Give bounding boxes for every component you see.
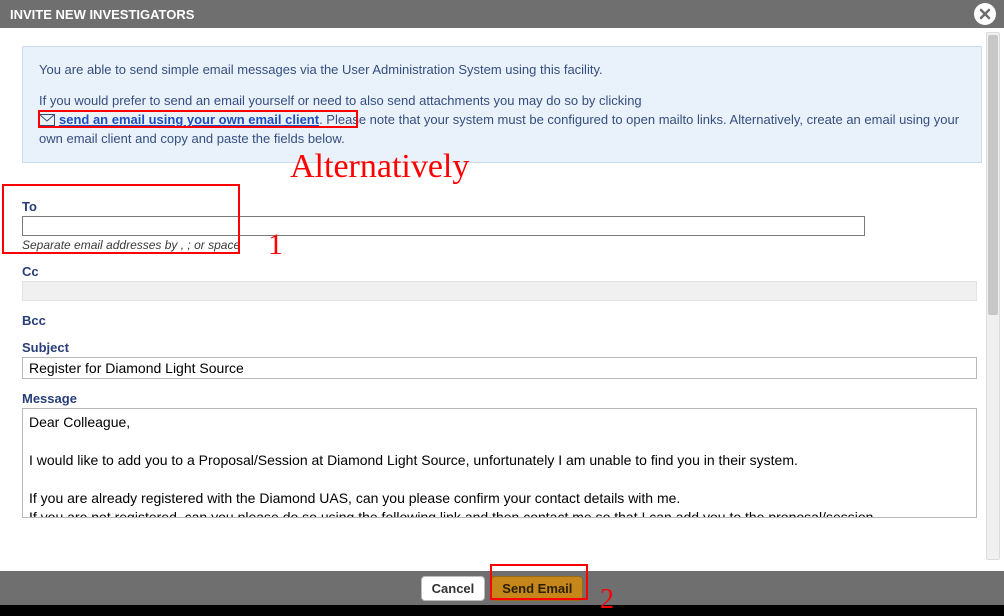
to-input[interactable] xyxy=(22,216,865,236)
message-label: Message xyxy=(22,391,982,406)
dialog-footer: Cancel Send Email xyxy=(0,571,1004,605)
info-line2: If you would prefer to send an email you… xyxy=(39,92,965,149)
cc-input[interactable] xyxy=(22,281,977,301)
to-label: To xyxy=(22,199,982,214)
info-line1: You are able to send simple email messag… xyxy=(39,61,965,80)
mailto-link[interactable]: send an email using your own email clien… xyxy=(59,112,319,127)
dialog-titlebar: INVITE NEW INVESTIGATORS xyxy=(0,0,1004,28)
close-icon[interactable] xyxy=(974,3,996,25)
dialog-title: INVITE NEW INVESTIGATORS xyxy=(10,7,194,22)
mail-icon xyxy=(39,114,55,126)
message-textarea[interactable] xyxy=(22,408,977,518)
message-group: Message xyxy=(22,391,982,521)
subject-label: Subject xyxy=(22,340,982,355)
body-scrollbar[interactable] xyxy=(986,32,1000,560)
info-box: You are able to send simple email messag… xyxy=(22,46,982,163)
invite-dialog: INVITE NEW INVESTIGATORS You are able to… xyxy=(0,0,1004,605)
to-group: To Separate email addresses by , ; or sp… xyxy=(22,199,982,252)
cc-label: Cc xyxy=(22,264,982,279)
bcc-label: Bcc xyxy=(22,313,982,328)
scroll-thumb[interactable] xyxy=(988,35,998,315)
subject-group: Subject xyxy=(22,340,982,379)
subject-input[interactable] xyxy=(22,357,977,379)
to-hint: Separate email addresses by , ; or space xyxy=(22,238,982,252)
send-email-button[interactable]: Send Email xyxy=(491,576,583,601)
cancel-button[interactable]: Cancel xyxy=(421,576,486,601)
cc-group: Cc xyxy=(22,264,982,301)
info-line2a: If you would prefer to send an email you… xyxy=(39,93,642,108)
bcc-group: Bcc xyxy=(22,313,982,328)
dialog-body: You are able to send simple email messag… xyxy=(0,28,1004,571)
